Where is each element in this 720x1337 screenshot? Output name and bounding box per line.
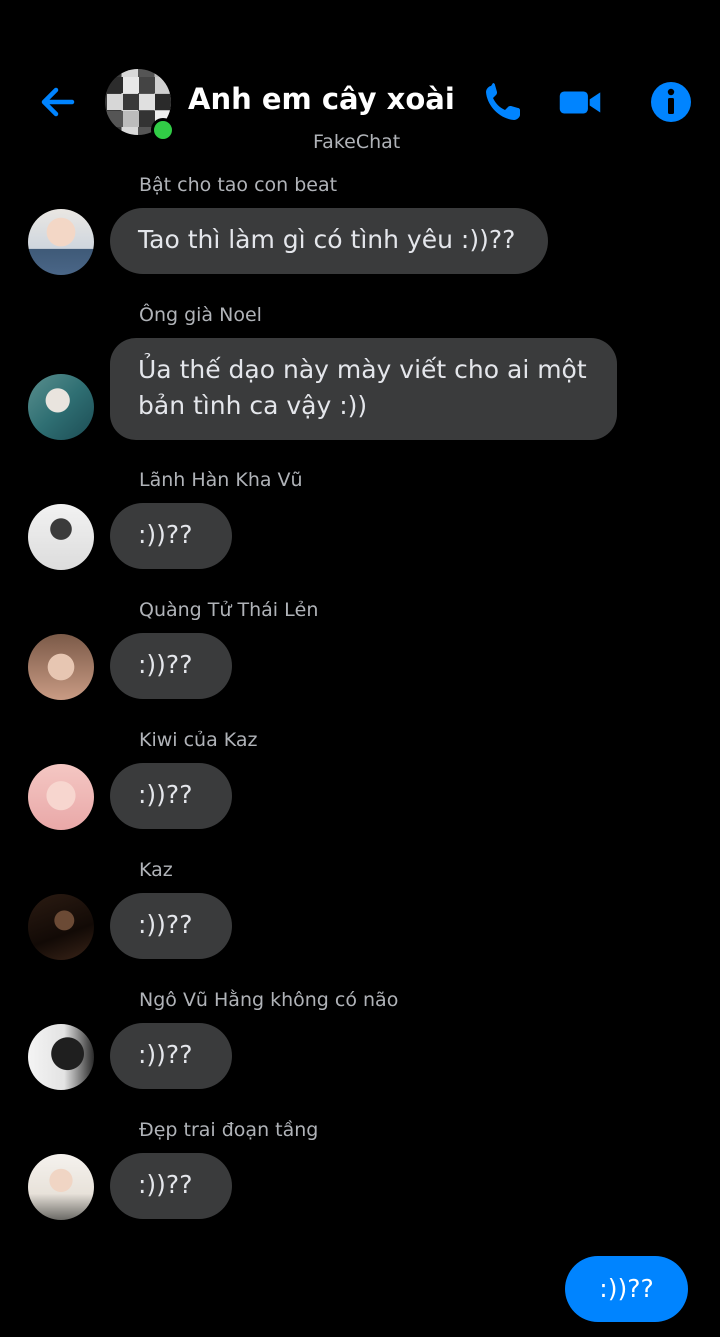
message-bubble[interactable]: :))??: [110, 1023, 232, 1089]
sender-name: Ông già Noel: [139, 304, 262, 326]
sender-name: Lãnh Hàn Kha Vũ: [139, 469, 303, 491]
chat-header: Anh em cây xoài FakeChat: [0, 0, 720, 170]
avatar[interactable]: [28, 209, 94, 275]
avatar[interactable]: [28, 764, 94, 830]
avatar[interactable]: [28, 634, 94, 700]
message-line: bản tình ca vậy :)): [138, 391, 368, 420]
sender-name: Bật cho tao con beat: [139, 174, 338, 196]
message-bubble[interactable]: :))??: [110, 893, 232, 959]
back-arrow-icon[interactable]: [36, 80, 80, 124]
sender-name: Kiwi của Kaz: [139, 729, 258, 751]
avatar[interactable]: [28, 504, 94, 570]
sender-name: Quàng Tử Thái Lẻn: [139, 599, 319, 621]
outgoing-message-bubble[interactable]: :))??: [565, 1256, 688, 1322]
online-status-dot: [151, 118, 175, 142]
sender-name: Đẹp trai đoạn tầng: [139, 1119, 319, 1141]
message-bubble[interactable]: Ủa thế dạo này mày viết cho ai một bản t…: [110, 338, 617, 440]
info-icon[interactable]: [649, 80, 693, 124]
message-bubble[interactable]: :))??: [110, 503, 232, 569]
message-bubble[interactable]: :))??: [110, 763, 232, 829]
message-line: Ủa thế dạo này mày viết cho ai một: [138, 355, 587, 384]
message-bubble[interactable]: :))??: [110, 633, 232, 699]
avatar[interactable]: [28, 1154, 94, 1220]
avatar[interactable]: [28, 1024, 94, 1090]
message-bubble[interactable]: Tao thì làm gì có tình yêu :))??: [110, 208, 548, 274]
phone-icon[interactable]: [482, 80, 526, 124]
sender-name: Ngô Vũ Hằng không có não: [139, 989, 399, 1011]
avatar[interactable]: [28, 374, 94, 440]
chat-title[interactable]: Anh em cây xoài: [188, 82, 455, 116]
chat-subtitle: FakeChat: [313, 131, 401, 153]
sender-name: Kaz: [139, 859, 173, 881]
message-bubble[interactable]: :))??: [110, 1153, 232, 1219]
avatar[interactable]: [28, 894, 94, 960]
video-camera-icon[interactable]: [558, 80, 602, 124]
